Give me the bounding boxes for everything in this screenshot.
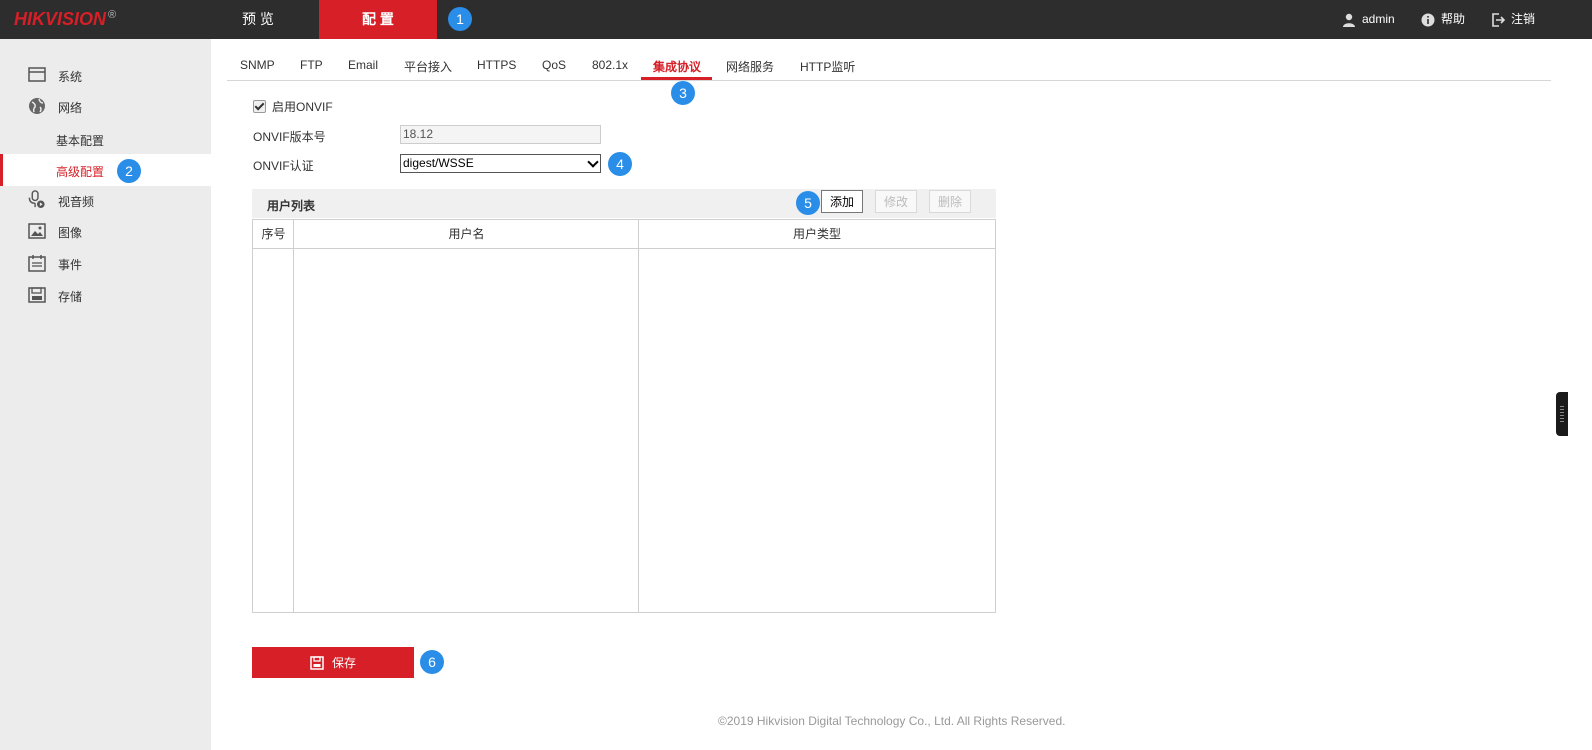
user-list-title: 用户列表 [267, 199, 316, 213]
sidebar-item-label: 存储 [58, 290, 83, 304]
onvif-auth-selected-value: digest/WSSE [403, 156, 474, 170]
tab-qos[interactable]: QoS [542, 58, 566, 72]
tab-snmp[interactable]: SNMP [240, 58, 275, 72]
side-panel-handle[interactable] [1556, 392, 1568, 436]
column-divider [293, 220, 294, 612]
tab-8021x[interactable]: 802.1x [592, 58, 628, 72]
event-calendar-icon [28, 255, 46, 272]
network-globe-icon [29, 98, 45, 114]
user-menu[interactable]: admin [1342, 0, 1395, 39]
save-label: 保存 [331, 656, 356, 670]
annotation-badge-1: 1 [448, 7, 472, 31]
save-button[interactable]: 保存 [252, 647, 414, 678]
onvif-version-label: ONVIF版本号 [253, 130, 326, 144]
logout-label: 注销 [1511, 12, 1536, 26]
user-icon [1343, 13, 1355, 27]
onvif-auth-label: ONVIF认证 [253, 159, 314, 173]
help-label: 帮助 [1441, 12, 1466, 26]
column-divider [638, 220, 639, 612]
sidebar-item-event[interactable]: 事件 [0, 248, 211, 278]
sidebar-item-label: 视音频 [58, 195, 95, 209]
modify-user-button[interactable]: 修改 [875, 190, 917, 213]
sidebar-item-system[interactable]: 系统 [0, 60, 211, 90]
tab-platform-access[interactable]: 平台接入 [404, 58, 452, 75]
logout-link[interactable]: 注销 [1491, 0, 1535, 39]
copyright-footer: ©2019 Hikvision Digital Technology Co., … [718, 714, 1066, 728]
add-user-button[interactable]: 添加 [821, 190, 863, 213]
save-icon [310, 655, 324, 670]
annotation-badge-2: 2 [117, 159, 141, 183]
help-icon [1421, 13, 1435, 26]
onvif-auth-select[interactable]: digest/WSSE [400, 154, 601, 173]
chevron-down-icon [587, 156, 599, 168]
column-header-user-type: 用户类型 [639, 220, 995, 249]
sidebar-subitem-basic-config[interactable]: 基本配置 [0, 123, 211, 155]
sidebar-item-label: 事件 [58, 258, 83, 272]
sidebar-subitem-label: 高级配置 [56, 165, 105, 179]
active-tab-indicator [641, 77, 712, 80]
help-link[interactable]: 帮助 [1421, 0, 1465, 39]
sidebar-item-network[interactable]: 网络 [0, 91, 211, 121]
sidebar-item-label: 系统 [58, 70, 83, 84]
annotation-badge-5: 5 [796, 191, 820, 215]
user-name: admin [1362, 12, 1395, 26]
image-icon [28, 223, 46, 239]
tab-integration-protocol[interactable]: 集成协议 [653, 58, 701, 75]
hikvision-logo: HIKVISION ® [14, 9, 117, 29]
storage-icon [28, 287, 46, 303]
nav-tab-configuration[interactable]: 配 置 [319, 0, 437, 39]
system-icon [28, 67, 46, 82]
delete-user-button[interactable]: 删除 [929, 190, 971, 213]
enable-onvif-label: 启用ONVIF [272, 100, 333, 114]
sidebar-item-label: 网络 [58, 101, 83, 115]
tab-ftp[interactable]: FTP [300, 58, 323, 72]
sidebar-subitem-label: 基本配置 [56, 134, 105, 148]
tab-email[interactable]: Email [348, 58, 378, 72]
logout-icon [1492, 12, 1505, 27]
nav-tab-preview[interactable]: 预 览 [198, 0, 318, 39]
tab-http-listening[interactable]: HTTP监听 [800, 58, 855, 75]
onvif-version-field[interactable]: 18.12 [400, 125, 601, 144]
enable-onvif-checkbox[interactable] [253, 100, 266, 113]
annotation-badge-6: 6 [420, 650, 444, 674]
sidebar-item-storage[interactable]: 存储 [0, 280, 211, 310]
annotation-badge-4: 4 [608, 152, 632, 176]
sidebar-item-image[interactable]: 图像 [0, 216, 211, 246]
sidebar-item-label: 图像 [58, 226, 83, 240]
column-header-username: 用户名 [294, 220, 639, 249]
column-header-index: 序号 [253, 220, 294, 249]
sidebar-item-video-audio[interactable]: 视音频 [0, 185, 211, 215]
video-audio-icon [28, 190, 45, 209]
annotation-badge-3: 3 [671, 81, 695, 105]
subtab-bar: SNMP FTP Email 平台接入 HTTPS QoS 802.1x 集成协… [227, 50, 1551, 81]
tab-network-service[interactable]: 网络服务 [726, 58, 774, 75]
sidebar-subitem-advanced-config[interactable]: 高级配置 [0, 154, 211, 186]
user-table: 序号 用户名 用户类型 [252, 219, 996, 613]
tab-https[interactable]: HTTPS [477, 58, 516, 72]
top-bar: HIKVISION ® 预 览 配 置 admin 帮助 注销 [0, 0, 1592, 39]
sidebar: 系统 网络 基本配置 高级配置 视音频 图像 事件 存储 [0, 39, 211, 750]
